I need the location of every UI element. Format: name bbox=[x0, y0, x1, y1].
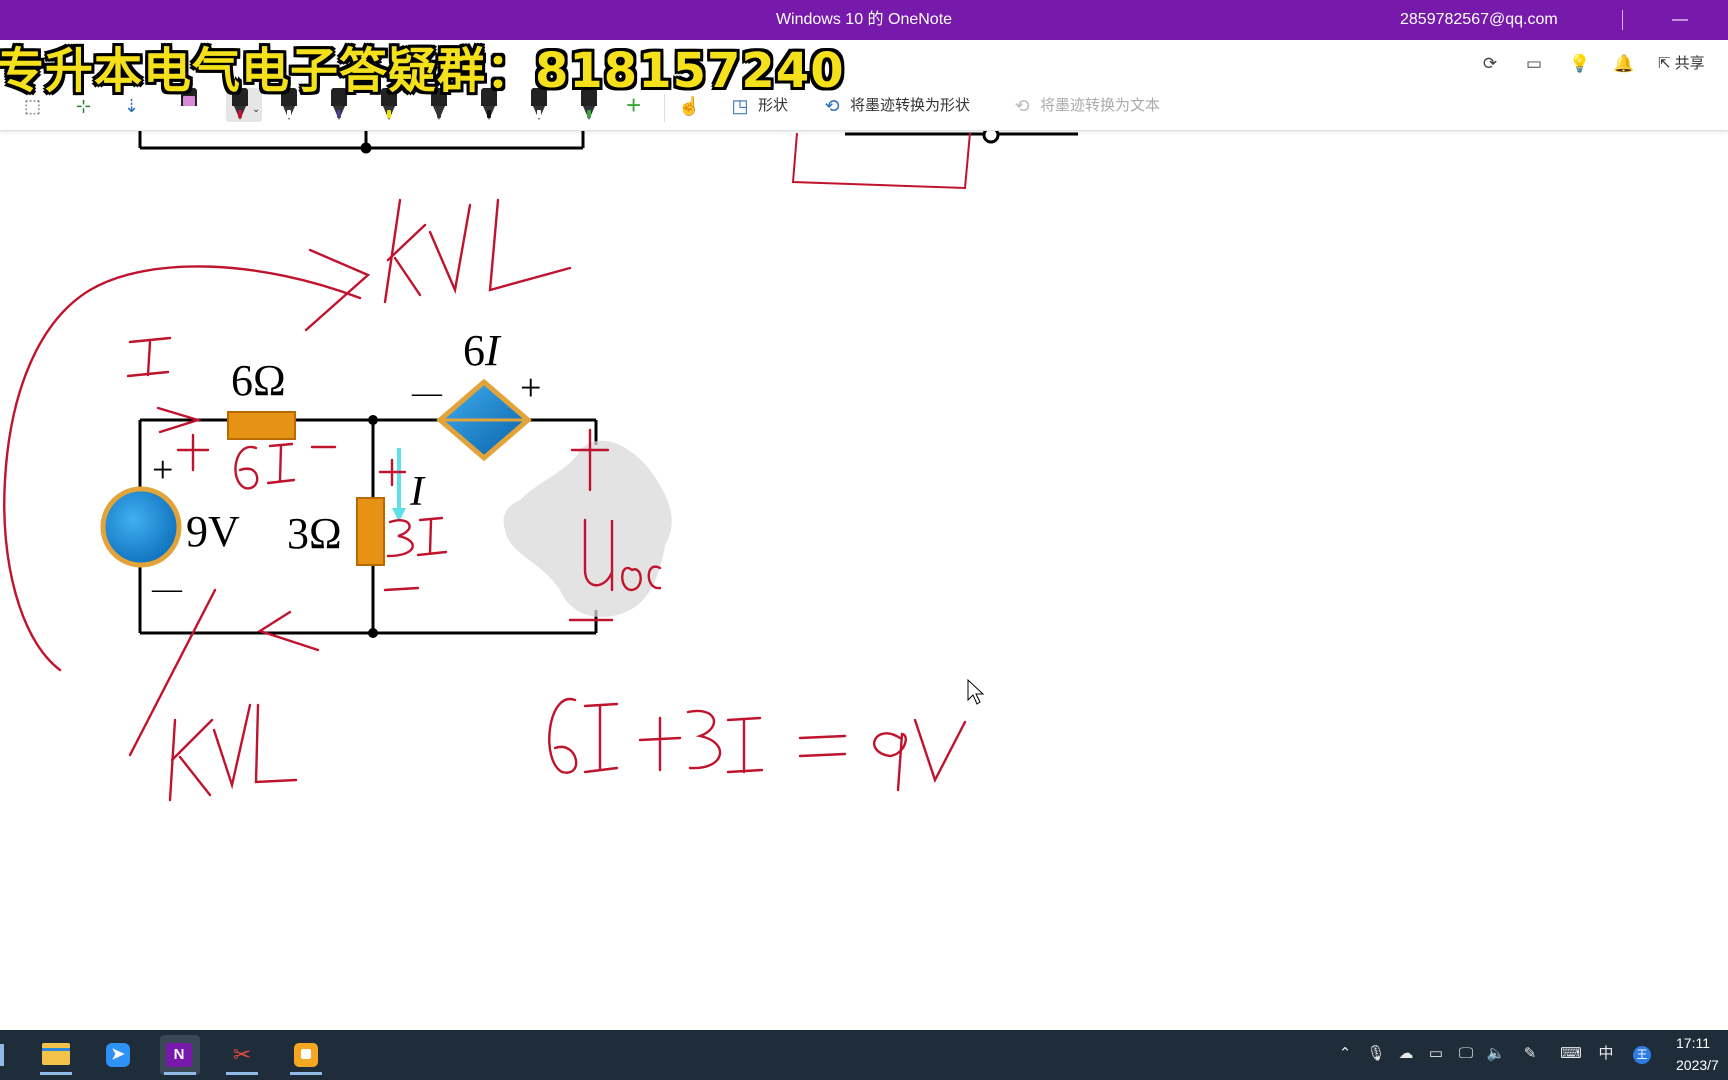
ink-to-text-label: 将墨迹转换为文本 bbox=[1040, 97, 1161, 114]
dep-source-minus: — bbox=[411, 376, 443, 409]
group-banner: 专升本电气电子答疑群：818157240 bbox=[0, 43, 845, 99]
title-separator bbox=[1622, 10, 1623, 30]
resistor-3ohm-label: 3Ω bbox=[287, 509, 342, 558]
page-view-icon[interactable]: ▭ bbox=[1522, 52, 1546, 76]
voltage-source-label: 9V bbox=[186, 507, 240, 556]
ime-indicator[interactable]: 中 bbox=[1594, 1042, 1618, 1066]
minimize-button[interactable]: — bbox=[1668, 8, 1692, 32]
chevron-down-icon[interactable]: ⌄ bbox=[252, 104, 260, 115]
previous-circuit-fragment bbox=[138, 131, 1078, 154]
system-clock[interactable]: 17:11 2023/7 bbox=[1676, 1032, 1719, 1076]
source-plus: + bbox=[152, 449, 173, 491]
microphone-icon[interactable]: 🎙 bbox=[1366, 1042, 1386, 1066]
resistor-6ohm-label: 6Ω bbox=[231, 356, 286, 405]
onenote-icon[interactable]: N bbox=[160, 1035, 200, 1075]
eraser-smudge bbox=[503, 440, 672, 618]
clock-date: 2023/7 bbox=[1676, 1057, 1719, 1073]
cloud-icon[interactable]: ☁ bbox=[1394, 1042, 1418, 1066]
current-label: I bbox=[409, 469, 426, 515]
snipping-tool-icon[interactable]: ✂ bbox=[222, 1035, 262, 1075]
source-minus: — bbox=[151, 572, 183, 605]
account-email[interactable]: 2859782567@qq.com bbox=[1400, 0, 1558, 40]
ink-box-fragment bbox=[791, 132, 971, 190]
pen-workspace-icon[interactable]: ✎ bbox=[1518, 1042, 1542, 1066]
dependent-source-label: 6I bbox=[463, 326, 502, 375]
battery-icon[interactable]: ▭ bbox=[1424, 1042, 1448, 1066]
bell-icon[interactable]: 🔔 bbox=[1612, 52, 1636, 76]
resistor-3ohm bbox=[356, 497, 385, 566]
media-app-icon[interactable] bbox=[286, 1035, 326, 1075]
node-bottom bbox=[368, 628, 378, 638]
file-explorer-icon[interactable] bbox=[36, 1035, 76, 1075]
keyboard-icon[interactable]: ⌨ bbox=[1556, 1042, 1586, 1066]
share-label: 共享 bbox=[1674, 55, 1705, 72]
show-hidden-icons[interactable]: ⌃ bbox=[1334, 1042, 1356, 1066]
share-button[interactable]: ⇱ 共享 bbox=[1658, 52, 1705, 76]
ime-app-icon[interactable]: 王 bbox=[1630, 1042, 1654, 1066]
ink-to-text-icon: ⟲ bbox=[1014, 96, 1030, 116]
taskbar-edge bbox=[0, 1044, 4, 1066]
sync-icon[interactable]: ⟳ bbox=[1478, 52, 1502, 76]
node-top bbox=[368, 415, 378, 425]
voltage-source-9v bbox=[100, 486, 182, 568]
network-icon[interactable]: 🖵 bbox=[1454, 1042, 1478, 1066]
mouse-cursor bbox=[967, 678, 985, 705]
ink-to-shape-label: 将墨迹转换为形状 bbox=[850, 97, 971, 114]
note-canvas[interactable]: 6Ω 3Ω 9V + — 6I — + I bbox=[0, 131, 1728, 1029]
feishu-icon[interactable]: ➤ bbox=[98, 1035, 138, 1075]
clock-time: 17:11 bbox=[1676, 1035, 1710, 1051]
title-bar: Windows 10 的 OneNote 2859782567@qq.com — bbox=[0, 0, 1728, 40]
resistor-6ohm bbox=[227, 411, 296, 440]
share-icon: ⇱ bbox=[1658, 55, 1671, 72]
dep-source-plus: + bbox=[520, 367, 541, 409]
ink-to-text-button[interactable]: ⟲ 将墨迹转换为文本 bbox=[1010, 94, 1160, 118]
circuit-drawing: 6Ω 3Ω 9V + — 6I — + I bbox=[3, 131, 1078, 802]
lightbulb-icon[interactable]: 💡 bbox=[1568, 52, 1592, 76]
volume-icon[interactable]: 🔈 bbox=[1484, 1042, 1508, 1066]
